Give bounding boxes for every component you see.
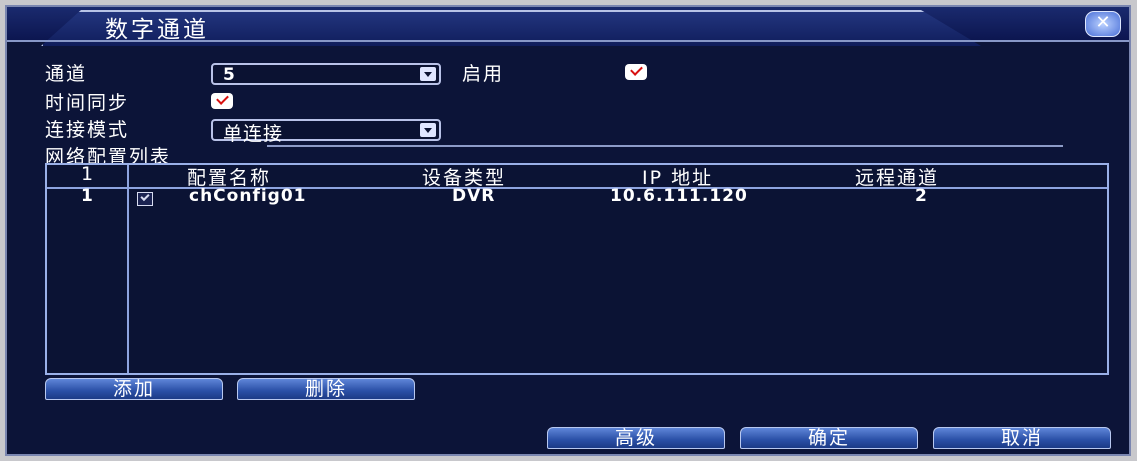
row-remote-channel: 2 (915, 186, 928, 206)
time-sync-checkbox[interactable] (211, 93, 233, 109)
enable-label: 启用 (462, 63, 505, 85)
chevron-down-icon (420, 123, 436, 137)
time-sync-label: 时间同步 (45, 92, 130, 114)
close-icon: ✕ (1095, 12, 1111, 33)
enable-checkbox[interactable] (625, 64, 647, 80)
dialog-frame: 数字通道 ✕ 通道 5 启用 时间同步 连接模式 单连接 网络配置列表 1 配置… (5, 5, 1131, 456)
add-button[interactable]: 添加 (45, 378, 223, 400)
channel-select[interactable]: 5 (211, 63, 441, 85)
window-title: 数字通道 (105, 17, 209, 43)
channel-label: 通道 (45, 63, 88, 85)
connect-mode-value: 单连接 (223, 123, 284, 145)
network-config-list[interactable]: 1 配置名称 设备类型 IP 地址 远程通道 1 chConfig01 DVR … (45, 163, 1109, 375)
close-button[interactable]: ✕ (1085, 11, 1121, 37)
dialog-window: 数字通道 ✕ 通道 5 启用 时间同步 连接模式 单连接 网络配置列表 1 配置… (0, 0, 1137, 461)
advanced-button[interactable]: 高级 (547, 427, 725, 449)
connect-mode-select[interactable]: 单连接 (211, 119, 441, 145)
column-divider (127, 165, 129, 373)
row-index: 1 (81, 186, 94, 206)
connect-mode-label: 连接模式 (45, 119, 130, 141)
section-divider (267, 145, 1063, 147)
row-device-type: DVR (452, 186, 496, 206)
cancel-button[interactable]: 取消 (933, 427, 1111, 449)
row-checkbox[interactable] (137, 192, 153, 206)
header-index: 1 (81, 163, 96, 185)
ok-button[interactable]: 确定 (740, 427, 918, 449)
row-ip-address: 10.6.111.120 (610, 186, 748, 206)
title-bar: 数字通道 ✕ (7, 7, 1129, 46)
chevron-down-icon (420, 67, 436, 81)
delete-button[interactable]: 删除 (237, 378, 415, 400)
row-config-name: chConfig01 (189, 186, 307, 206)
channel-value: 5 (223, 65, 236, 85)
